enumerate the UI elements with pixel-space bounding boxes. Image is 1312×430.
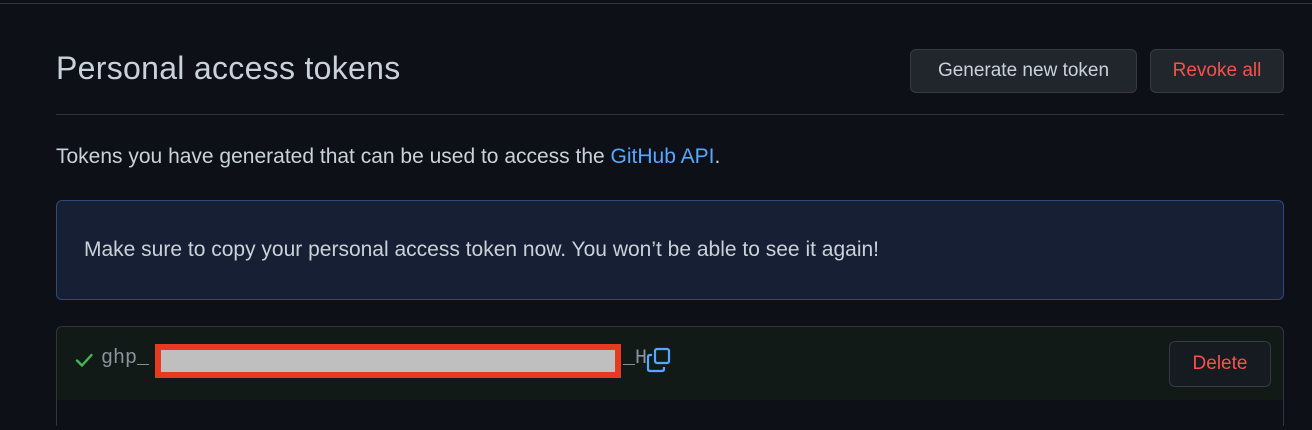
token-prefix: ghp_ xyxy=(101,347,150,370)
description-period: . xyxy=(714,145,721,168)
top-divider xyxy=(0,3,1312,4)
token-suffix: _H xyxy=(623,347,648,370)
generate-new-token-button[interactable]: Generate new token xyxy=(910,49,1137,93)
copy-token-notice: Make sure to copy your personal access t… xyxy=(56,200,1284,300)
page-header: Personal access tokens Generate new toke… xyxy=(56,48,1284,115)
description-text: Tokens you have generated that can be us… xyxy=(56,145,611,168)
copy-icon[interactable] xyxy=(645,346,673,374)
token-row-details xyxy=(57,400,1283,430)
page-title: Personal access tokens xyxy=(56,50,401,86)
delete-token-button[interactable]: Delete xyxy=(1169,341,1271,387)
revoke-all-button[interactable]: Revoke all xyxy=(1150,49,1284,93)
check-icon xyxy=(75,353,93,367)
page-description: Tokens you have generated that can be us… xyxy=(56,145,720,169)
github-api-link[interactable]: GitHub API xyxy=(611,145,715,168)
copy-token-notice-text: Make sure to copy your personal access t… xyxy=(84,238,879,261)
token-row: ghp_ _H Delete xyxy=(56,326,1284,430)
token-redaction xyxy=(155,344,621,378)
